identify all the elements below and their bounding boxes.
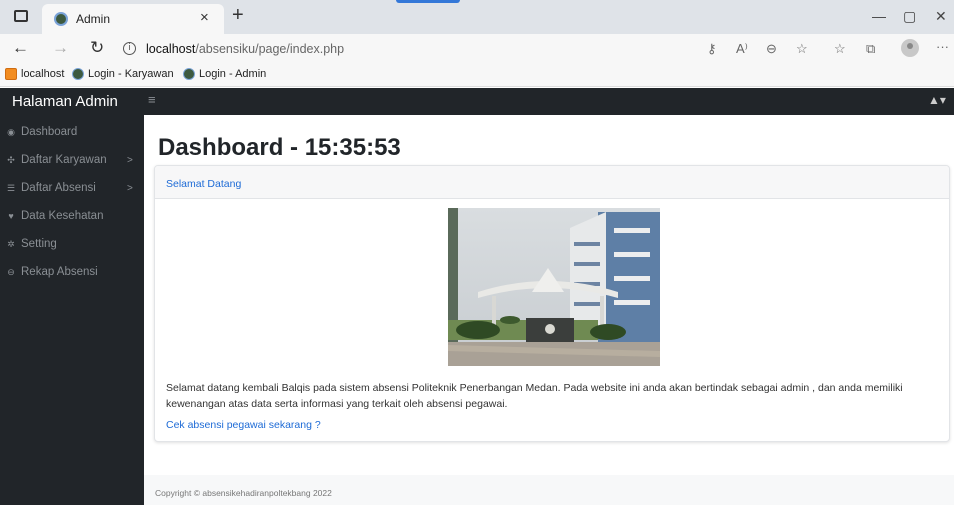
- campus-photo: [448, 208, 660, 366]
- sidebar-item-daftar-absensi[interactable]: ☰ Daftar Absensi >: [6, 182, 138, 194]
- restore-icon[interactable]: ▢: [903, 8, 916, 25]
- zoom-icon[interactable]: ⊖: [766, 41, 777, 57]
- favicon-icon: [72, 68, 84, 80]
- brand-title[interactable]: Halaman Admin: [12, 93, 118, 110]
- url-path: /absensiku/page/index.php: [195, 42, 345, 56]
- loading-indicator: [396, 0, 460, 3]
- check-attendance-link[interactable]: Cek absensi pegawai sekarang ?: [166, 419, 321, 431]
- sidebar-item-rekap-absensi[interactable]: ⊖ Rekap Absensi: [6, 266, 138, 278]
- xampp-icon: [5, 68, 17, 80]
- more-menu-icon[interactable]: ···: [936, 39, 949, 54]
- favicon-icon: [183, 68, 195, 80]
- page-title: Dashboard - 15:35:53: [158, 134, 401, 162]
- sidebar-item-data-kesehatan[interactable]: ♥ Data Kesehatan: [6, 210, 138, 222]
- welcome-card: Selamat Datang Selamat datang kembali Ba…: [154, 165, 950, 442]
- print-icon: ⊖: [7, 266, 15, 277]
- top-navbar: Halaman Admin ≡ ▲▾: [0, 88, 954, 115]
- url-host: localhost: [146, 42, 196, 56]
- sidebar-item-dashboard[interactable]: ◉ Dashboard: [6, 126, 138, 138]
- key-icon[interactable]: ⚷: [707, 41, 717, 57]
- chevron-right-icon: >: [127, 154, 133, 166]
- address-bar: ← → ↻ i localhost/absensiku/page/index.p…: [0, 34, 954, 64]
- minimize-icon[interactable]: —: [872, 8, 886, 24]
- sidebar-item-label: Daftar Karyawan: [21, 154, 107, 166]
- sidebar-item-label: Setting: [21, 238, 57, 250]
- sidebar-item-label: Dashboard: [21, 126, 78, 138]
- cogs-icon: ✲: [7, 238, 15, 249]
- refresh-icon[interactable]: ↻: [90, 39, 104, 57]
- forward-icon[interactable]: →: [52, 39, 69, 57]
- user-menu-icon[interactable]: ▲▾: [928, 93, 946, 107]
- dashboard-icon: ◉: [7, 126, 15, 137]
- tab-close-icon[interactable]: ×: [200, 9, 209, 26]
- sidebar-item-setting[interactable]: ✲ Setting: [6, 238, 138, 250]
- browser-tab-bar: Admin × + — ▢ ✕: [0, 0, 954, 34]
- site-info-icon[interactable]: i: [123, 42, 136, 55]
- sidebar-item-daftar-karyawan[interactable]: ✣ Daftar Karyawan >: [6, 154, 138, 166]
- clock: 15:35:53: [304, 134, 401, 161]
- sidebar-item-label: Rekap Absensi: [21, 266, 98, 278]
- profile-icon[interactable]: [901, 39, 919, 57]
- url-field[interactable]: localhost/absensiku/page/index.php: [146, 42, 344, 56]
- welcome-text: Selamat datang kembali Balqis pada siste…: [166, 382, 903, 410]
- close-window-icon[interactable]: ✕: [935, 8, 947, 25]
- browser-tab-admin[interactable]: Admin ×: [42, 4, 224, 34]
- tab-title: Admin: [76, 12, 111, 26]
- heart-icon: ♥: [8, 211, 14, 221]
- favorites-icon[interactable]: ☆: [834, 41, 846, 57]
- favorite-add-icon[interactable]: ☆: [796, 41, 808, 57]
- favorites-bar: localhost Login - Karyawan Login - Admin: [0, 64, 954, 87]
- copyright-text: Copyright © absensikehadiranpoltekbang 2…: [155, 488, 332, 498]
- sidebar-item-label: Data Kesehatan: [21, 210, 104, 222]
- new-tab-icon[interactable]: +: [232, 5, 244, 25]
- favorite-label: localhost: [21, 68, 65, 80]
- main-content: Dashboard - 15:35:53 Selamat Datang Sela…: [144, 115, 954, 505]
- collections-icon[interactable]: ⧉: [866, 41, 875, 57]
- tab-favicon-icon: [54, 12, 68, 26]
- card-header: Selamat Datang: [155, 166, 949, 199]
- sidebar: ◉ Dashboard ✣ Daftar Karyawan > ☰ Daftar…: [0, 115, 144, 505]
- favorite-login-admin[interactable]: Login - Admin: [183, 68, 266, 80]
- favorite-localhost[interactable]: localhost: [5, 68, 64, 80]
- favorite-label: Login - Karyawan: [88, 68, 174, 80]
- read-aloud-icon[interactable]: A⁾: [736, 41, 748, 57]
- back-icon[interactable]: ←: [12, 39, 29, 57]
- users-icon: ✣: [7, 154, 15, 165]
- tab-actions-icon[interactable]: [14, 10, 28, 22]
- list-icon: ☰: [6, 182, 16, 193]
- footer: Copyright © absensikehadiranpoltekbang 2…: [144, 475, 954, 505]
- sidebar-toggle-icon[interactable]: ≡: [148, 92, 156, 107]
- page-title-prefix: Dashboard -: [158, 134, 305, 161]
- favorite-label: Login - Admin: [199, 68, 267, 80]
- chevron-right-icon: >: [127, 182, 133, 194]
- favorite-login-karyawan[interactable]: Login - Karyawan: [72, 68, 174, 80]
- sidebar-item-label: Daftar Absensi: [21, 182, 96, 194]
